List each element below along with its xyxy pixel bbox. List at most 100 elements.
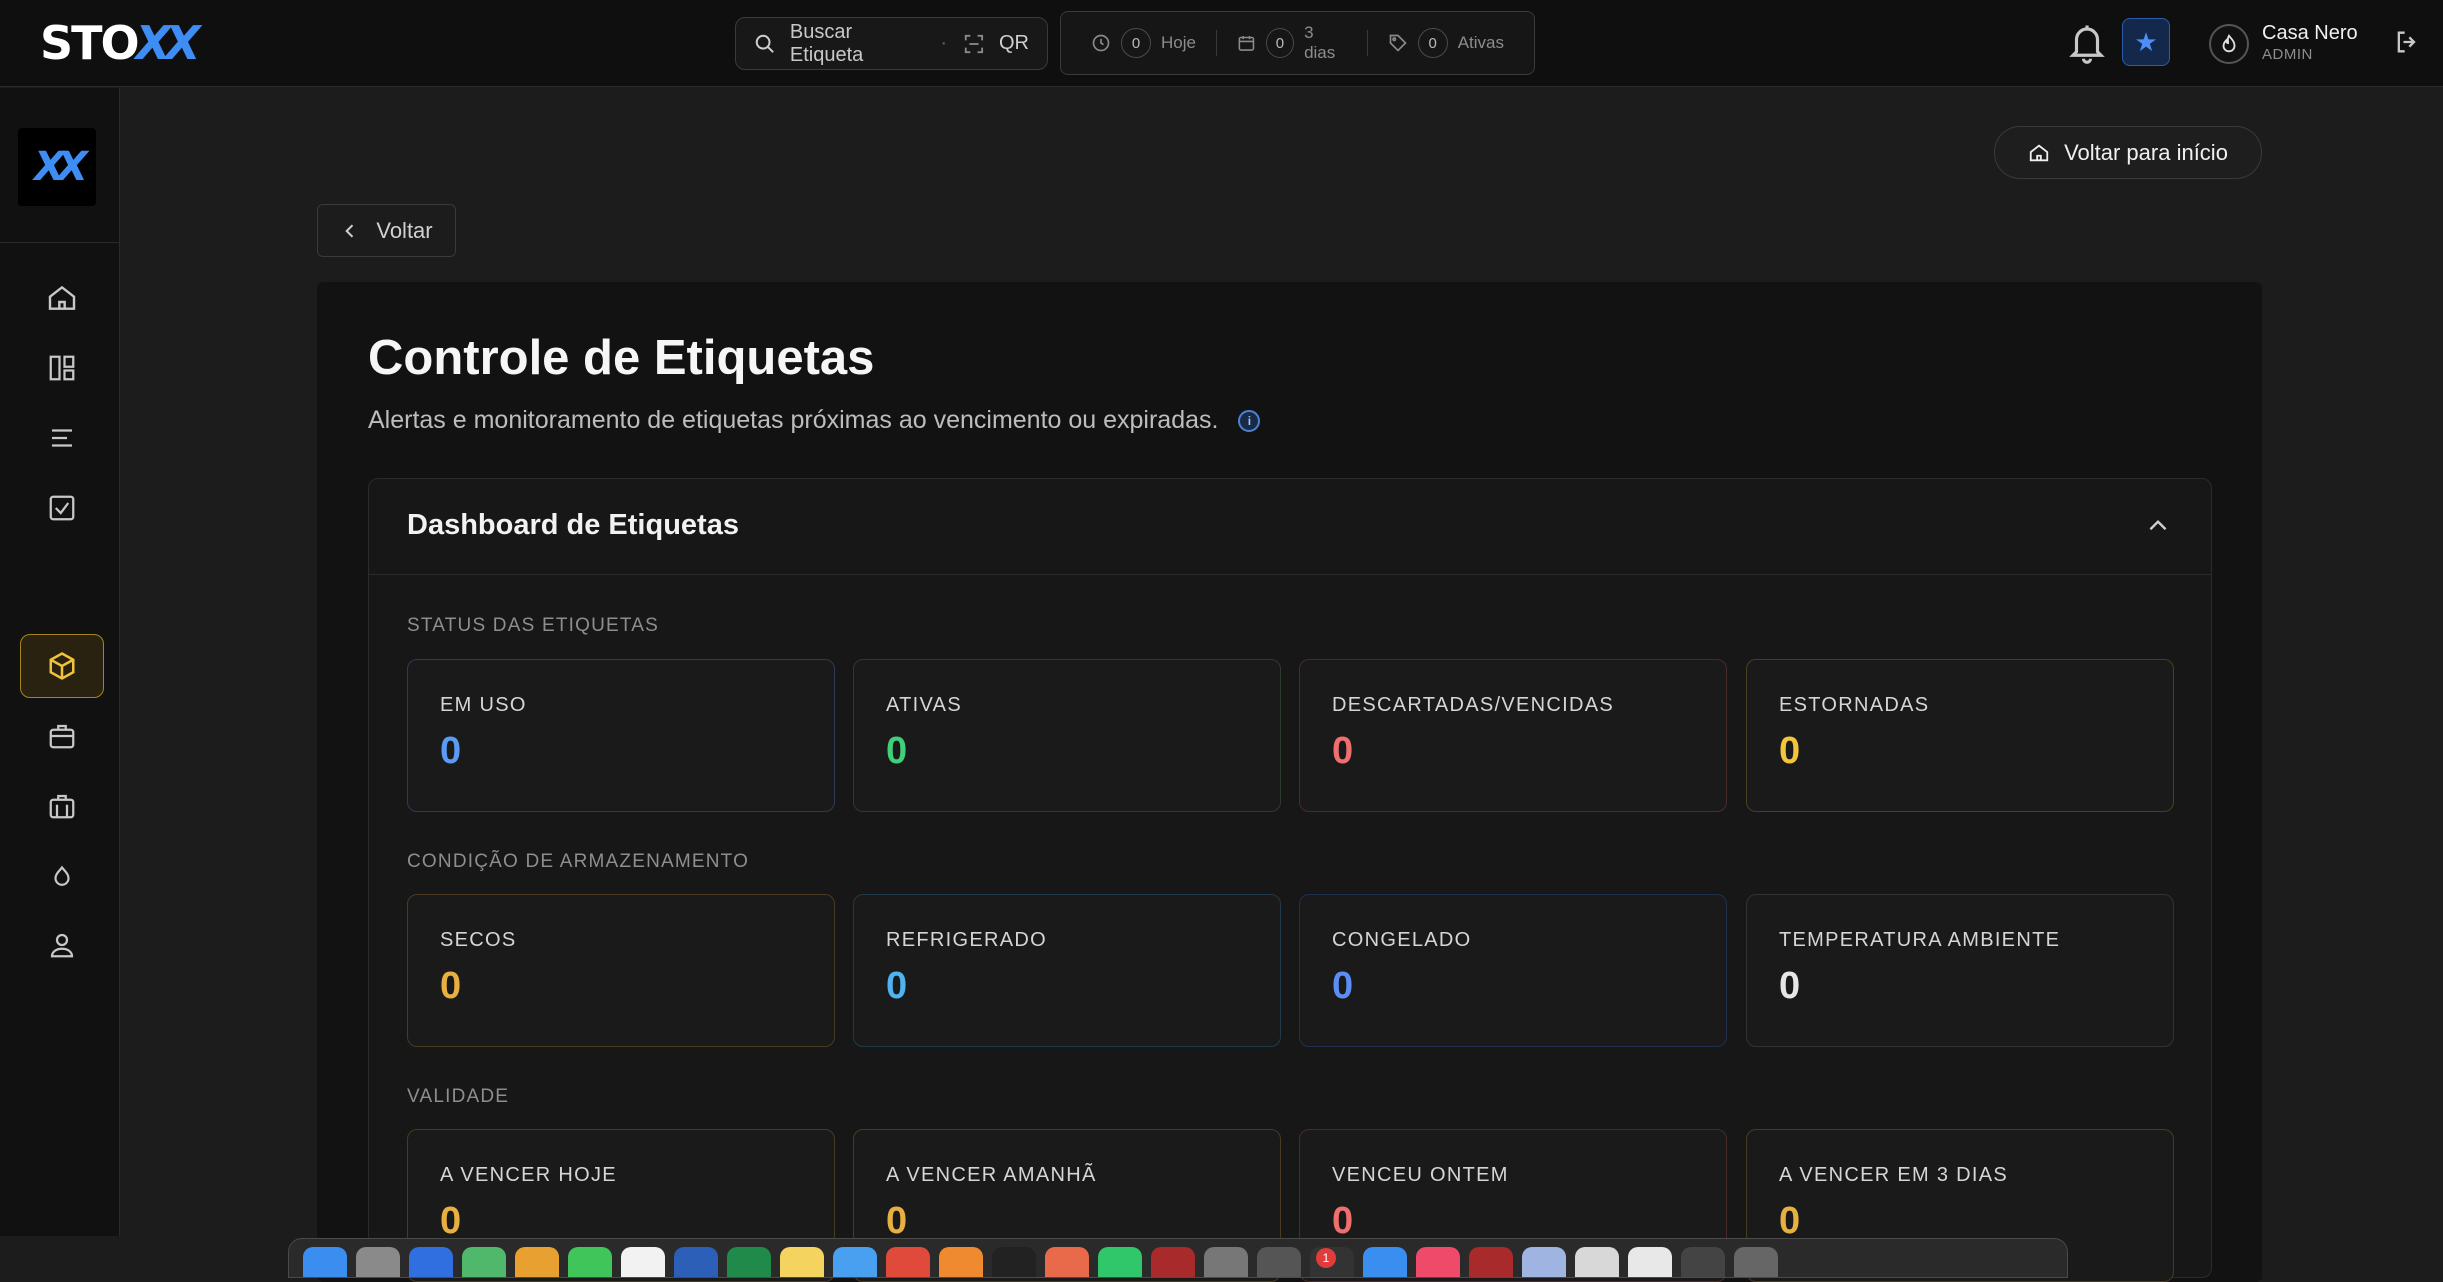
stat-card-label: CONGELADO: [1332, 929, 1472, 951]
facetime-icon[interactable]: [568, 1247, 612, 1277]
stat-card-secos[interactable]: SECOS 0: [407, 894, 835, 1047]
stat-card-label: ESTORNADAS: [1779, 694, 1930, 716]
stat-divider: [1215, 30, 1217, 56]
mail-icon[interactable]: [409, 1247, 453, 1277]
sidebar-item-storage[interactable]: [20, 774, 104, 838]
notifications-button[interactable]: [2066, 20, 2108, 71]
sidebar: XX: [0, 88, 120, 1236]
stat-card-descartadas[interactable]: DESCARTADAS/VENCIDAS 0: [1299, 659, 1727, 812]
sidebar-item-inventory[interactable]: [20, 704, 104, 768]
document-2-icon[interactable]: [1628, 1247, 1672, 1277]
chevron-up-icon[interactable]: [2145, 513, 2171, 539]
section-label-validade: VALIDADE: [407, 1086, 510, 1107]
music-icon[interactable]: [1416, 1247, 1460, 1277]
stat-card-label: A VENCER AMANHÃ: [886, 1164, 1097, 1186]
sidebar-item-dashboard[interactable]: [20, 336, 104, 400]
document-icon[interactable]: [1575, 1247, 1619, 1277]
word-icon[interactable]: [674, 1247, 718, 1277]
app-red-2-icon[interactable]: [1469, 1247, 1513, 1277]
back-to-home-button[interactable]: Voltar para início: [1994, 126, 2262, 179]
stat-card-label: DESCARTADAS/VENCIDAS: [1332, 694, 1614, 716]
search-etiqueta-button[interactable]: Buscar Etiqueta · QR: [735, 17, 1048, 70]
folder-icon[interactable]: [1681, 1247, 1725, 1277]
stat-ativas-count: 0: [1417, 28, 1448, 58]
search-separator: ·: [940, 32, 948, 54]
dashboard-title: Dashboard de Etiquetas: [407, 509, 739, 541]
stat-card-temperatura-ambiente[interactable]: TEMPERATURA AMBIENTE 0: [1746, 894, 2174, 1047]
logo-text: STO: [40, 16, 140, 70]
stat-card-value: 0: [1332, 965, 1354, 1007]
calendar-app-icon[interactable]: [621, 1247, 665, 1277]
sidebar-item-users[interactable]: [20, 913, 104, 977]
sidebar-item-tasks[interactable]: [20, 476, 104, 540]
photos-icon[interactable]: [515, 1247, 559, 1277]
back-button[interactable]: Voltar: [317, 204, 456, 257]
sidebar-item-home[interactable]: [20, 266, 104, 330]
stat-card-label: A VENCER EM 3 DIAS: [1779, 1164, 2009, 1186]
checkbox-icon: [49, 495, 75, 521]
stat-card-ativas[interactable]: ATIVAS 0: [853, 659, 1281, 812]
favorites-button[interactable]: ★: [2122, 18, 2170, 66]
dashboard-header[interactable]: Dashboard de Etiquetas: [369, 479, 2211, 575]
stat-card-value: 0: [886, 730, 908, 772]
briefcase-alt-icon: [49, 794, 75, 819]
stat-card-em-uso[interactable]: EM USO 0: [407, 659, 835, 812]
stat-ativas[interactable]: 0 Ativas: [1388, 28, 1504, 58]
page-subtitle: Alertas e monitoramento de etiquetas pró…: [368, 406, 1261, 435]
clock-icon: [1092, 34, 1110, 52]
stat-card-label: SECOS: [440, 929, 517, 951]
sidebar-item-products[interactable]: [20, 634, 104, 698]
qr-scan-icon: [964, 34, 984, 53]
sidebar-logo[interactable]: XX: [18, 128, 96, 206]
app-store-icon[interactable]: [1363, 1247, 1407, 1277]
list-icon: [52, 429, 72, 447]
preview-icon[interactable]: [1522, 1247, 1566, 1277]
app-red-icon[interactable]: [1151, 1247, 1195, 1277]
avatar[interactable]: [2209, 24, 2249, 64]
trash-icon[interactable]: [1734, 1247, 1778, 1277]
logout-button[interactable]: [2393, 28, 2421, 61]
system-settings-icon[interactable]: [1204, 1247, 1248, 1277]
stat-card-value: 0: [440, 1200, 462, 1242]
stat-hoje[interactable]: 0 Hoje: [1091, 28, 1196, 58]
finder-icon[interactable]: [303, 1247, 347, 1277]
app-orange-icon[interactable]: [1045, 1247, 1089, 1277]
stat-card-value: 0: [1779, 965, 1801, 1007]
stat-card-value: 0: [1332, 1200, 1354, 1242]
stoxx-logo[interactable]: STO XX: [40, 16, 201, 70]
safari-icon[interactable]: [833, 1247, 877, 1277]
launchpad-icon[interactable]: [356, 1247, 400, 1277]
stat-card-value: 0: [440, 730, 462, 772]
notes-icon[interactable]: [780, 1247, 824, 1277]
excel-icon[interactable]: [727, 1247, 771, 1277]
sidebar-item-list[interactable]: [20, 406, 104, 470]
back-label: Voltar: [376, 217, 433, 243]
grid-icon: [49, 355, 75, 381]
user-name[interactable]: Casa Nero: [2262, 22, 2358, 45]
page-title: Controle de Etiquetas: [368, 331, 875, 385]
stat-card-congelado[interactable]: CONGELADO 0: [1299, 894, 1727, 1047]
firefox-icon[interactable]: [939, 1247, 983, 1277]
stat-card-label: A VENCER HOJE: [440, 1164, 617, 1186]
stat-3-dias[interactable]: 0 3 dias: [1237, 23, 1347, 63]
sidebar-logo-mark: XX: [34, 144, 88, 190]
app-dark-icon[interactable]: [992, 1247, 1036, 1277]
maps-icon[interactable]: [462, 1247, 506, 1277]
calculator-icon[interactable]: [1257, 1247, 1301, 1277]
bell-icon: [2069, 25, 2105, 64]
top-bar: STO XX Buscar Etiqueta · QR 0 Hoje 0 3 di…: [0, 0, 2443, 87]
stat-card-label: ATIVAS: [886, 694, 962, 716]
logo-accent: XX: [135, 16, 201, 70]
home-icon: [48, 285, 76, 310]
calendar-icon: [1238, 35, 1255, 51]
sidebar-item-temperature[interactable]: [20, 843, 104, 907]
stat-ativas-label: Ativas: [1457, 33, 1504, 52]
stat-card-refrigerado[interactable]: REFRIGERADO 0: [853, 894, 1281, 1047]
info-icon[interactable]: i: [1238, 409, 1261, 432]
stat-card-value: 0: [1779, 730, 1801, 772]
chrome-icon[interactable]: [886, 1247, 930, 1277]
whatsapp-icon[interactable]: [1098, 1247, 1142, 1277]
stat-card-estornadas[interactable]: ESTORNADAS 0: [1746, 659, 2174, 812]
page-subtitle-text: Alertas e monitoramento de etiquetas pró…: [368, 406, 1219, 434]
stat-card-label: VENCEU ONTEM: [1332, 1164, 1509, 1186]
